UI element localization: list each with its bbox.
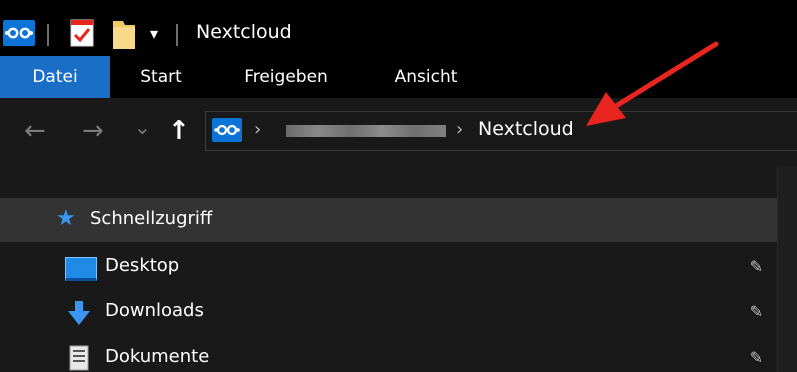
- new-folder-icon[interactable]: [111, 17, 137, 55]
- up-arrow-icon[interactable]: ↑: [168, 116, 190, 146]
- breadcrumb-separator[interactable]: ›: [254, 119, 261, 140]
- pin-icon[interactable]: ✎: [750, 302, 763, 321]
- redacted-path-segment[interactable]: [286, 125, 446, 137]
- explorer-window: ▾ Nextcloud Datei Start Freigeben Ansich…: [0, 0, 797, 372]
- nextcloud-icon[interactable]: [3, 20, 35, 46]
- nav-item-label: Schnellzugriff: [90, 208, 213, 229]
- tab-datei[interactable]: Datei: [0, 56, 110, 98]
- tab-start[interactable]: Start: [130, 56, 192, 98]
- address-bar[interactable]: › › Nextcloud: [205, 111, 797, 151]
- properties-icon[interactable]: [69, 18, 95, 52]
- breadcrumb-current[interactable]: Nextcloud: [478, 118, 574, 140]
- pin-icon[interactable]: ✎: [750, 257, 763, 276]
- ribbon-tabs: Datei Start Freigeben Ansicht: [0, 56, 797, 98]
- nav-item-label: Downloads: [105, 300, 204, 321]
- back-arrow-icon[interactable]: ←: [24, 116, 46, 146]
- navigation-pane: ★ Schnellzugriff Desktop ✎ Downloads ✎ D…: [0, 166, 797, 372]
- nav-item-dokumente[interactable]: Dokumente ✎: [0, 336, 777, 372]
- recent-locations-icon[interactable]: ⌄: [134, 112, 151, 142]
- star-icon: ★: [56, 206, 76, 231]
- pin-icon[interactable]: ✎: [750, 348, 763, 367]
- customize-toolbar-icon[interactable]: ▾: [150, 24, 158, 43]
- window-title: Nextcloud: [196, 21, 292, 43]
- nav-item-desktop[interactable]: Desktop ✎: [0, 245, 777, 289]
- tab-ansicht[interactable]: Ansicht: [386, 56, 466, 98]
- download-icon: [68, 301, 90, 325]
- nav-item-schnellzugriff[interactable]: ★ Schnellzugriff: [0, 198, 777, 242]
- nav-item-label: Desktop: [105, 255, 180, 276]
- nextcloud-location-icon: [212, 118, 242, 142]
- title-separator: [47, 24, 49, 46]
- breadcrumb-separator-2[interactable]: ›: [456, 119, 463, 140]
- title-separator-2: [176, 24, 178, 46]
- vertical-scrollbar[interactable]: [777, 166, 797, 372]
- nav-item-downloads[interactable]: Downloads ✎: [0, 290, 777, 334]
- document-icon: [69, 345, 89, 371]
- desktop-icon: [65, 257, 97, 281]
- title-bar: ▾ Nextcloud: [0, 0, 797, 56]
- nav-item-label: Dokumente: [105, 346, 210, 367]
- tab-freigeben[interactable]: Freigeben: [232, 56, 340, 98]
- address-row: ← → ⌄ ↑ › › Nextcloud: [0, 98, 797, 166]
- forward-arrow-icon[interactable]: →: [82, 116, 104, 146]
